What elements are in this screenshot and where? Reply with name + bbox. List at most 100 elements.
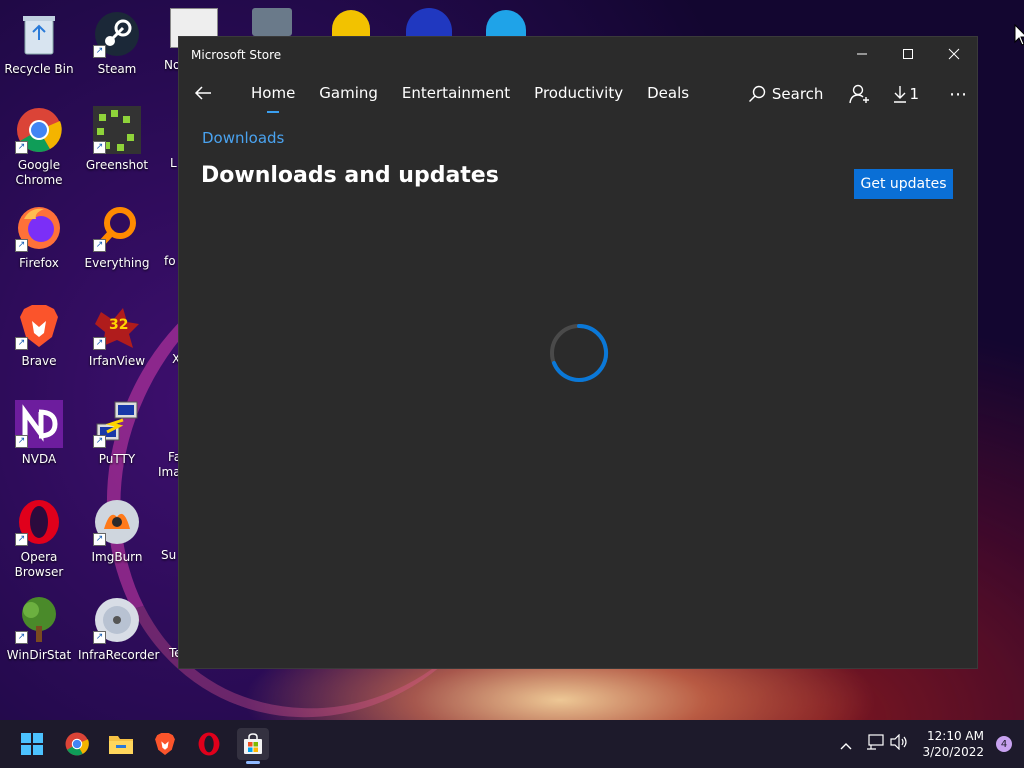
more-icon: ⋯ xyxy=(949,83,967,105)
clock[interactable]: 12:10 AM 3/20/2022 xyxy=(922,728,984,760)
volume-button[interactable] xyxy=(890,733,908,754)
taskbar-chrome[interactable] xyxy=(61,728,93,760)
desktop-icon-label: PuTTY xyxy=(98,452,136,466)
irfanview-icon: 32 ↗ xyxy=(93,302,141,350)
shortcut-arrow-icon: ↗ xyxy=(93,631,106,644)
desktop-icon-putty[interactable]: ↗ PuTTY xyxy=(78,400,156,467)
nav-tabs: Home Gaming Entertainment Productivity D… xyxy=(239,73,701,115)
desktop-icon-windirstat[interactable]: ↗ WinDirStat xyxy=(0,596,78,663)
close-button[interactable] xyxy=(931,37,977,71)
show-hidden-icons-button[interactable] xyxy=(840,735,852,754)
shortcut-arrow-icon: ↗ xyxy=(15,533,28,546)
notification-badge[interactable]: 4 xyxy=(996,736,1012,752)
desktop-icon-nvda[interactable]: ↗ NVDA xyxy=(0,400,78,467)
desktop-icon-infrarecorder[interactable]: ↗ InfraRecorder xyxy=(78,596,159,663)
user-add-icon xyxy=(849,84,870,104)
taskbar-microsoft-store[interactable] xyxy=(237,728,269,764)
tab-gaming[interactable]: Gaming xyxy=(307,73,390,115)
close-icon xyxy=(948,48,960,60)
taskbar: 12:10 AM 3/20/2022 4 xyxy=(0,720,1024,768)
download-icon xyxy=(894,86,907,103)
desktop-icon-label: NVDA xyxy=(21,452,57,466)
desktop-icon-steam[interactable]: ↗ Steam xyxy=(78,10,156,77)
brave-lion-icon: ↗ xyxy=(15,302,63,350)
taskbar-opera[interactable] xyxy=(193,728,225,760)
start-button[interactable] xyxy=(16,728,48,760)
breadcrumb[interactable]: Downloads xyxy=(202,129,284,147)
network-icon xyxy=(867,734,885,750)
taskbar-file-explorer[interactable] xyxy=(105,728,137,760)
account-button[interactable] xyxy=(849,84,877,104)
shortcut-arrow-icon: ↗ xyxy=(93,533,106,546)
brave-lion-icon xyxy=(155,733,175,755)
clock-time: 12:10 AM xyxy=(927,729,984,743)
clock-date: 3/20/2022 xyxy=(922,745,984,759)
maximize-icon xyxy=(903,49,913,59)
back-button[interactable] xyxy=(189,79,217,107)
shortcut-arrow-icon: ↗ xyxy=(93,337,106,350)
chrome-icon xyxy=(65,732,89,756)
desktop-icon-opera[interactable]: ↗ Opera Browser xyxy=(0,498,78,580)
desktop-icon-firefox[interactable]: ↗ Firefox xyxy=(0,204,78,271)
taskbar-brave[interactable] xyxy=(149,728,181,760)
title-bar[interactable]: Microsoft Store xyxy=(179,37,977,73)
shortcut-arrow-icon: ↗ xyxy=(15,337,28,350)
desktop-icon-label: Firefox xyxy=(19,256,59,270)
shortcut-arrow-icon: ↗ xyxy=(93,45,106,58)
irfanview-badge: 32 xyxy=(109,317,129,333)
opera-icon: ↗ xyxy=(15,498,63,546)
network-button[interactable] xyxy=(866,734,885,754)
desktop-icon-label: Greenshot xyxy=(85,158,149,172)
infrarecorder-disc-icon: ↗ xyxy=(93,596,141,644)
desktop-icon-label: ImgBurn xyxy=(91,550,143,564)
folder-icon xyxy=(109,736,133,754)
maximize-button[interactable] xyxy=(885,37,931,71)
back-arrow-icon xyxy=(194,86,211,100)
desktop-icon-everything[interactable]: ↗ Everything xyxy=(78,204,156,271)
search-button[interactable]: Search xyxy=(748,85,824,103)
desktop-icon-label: Opera Browser xyxy=(14,550,64,579)
shortcut-arrow-icon: ↗ xyxy=(15,631,28,644)
greenshot-icon: ↗ xyxy=(93,106,141,154)
putty-icon: ↗ xyxy=(93,400,141,448)
desktop-icon-brave[interactable]: ↗ Brave xyxy=(0,302,78,369)
desktop-icon-label: Brave xyxy=(21,354,57,368)
shortcut-arrow-icon: ↗ xyxy=(15,239,28,252)
shortcut-arrow-icon: ↗ xyxy=(93,435,106,448)
desktop-icon-imgburn[interactable]: ↗ ImgBurn xyxy=(78,498,156,565)
partial-aimp-icon xyxy=(332,10,370,36)
downloads-count: 1 xyxy=(909,85,919,103)
search-icon xyxy=(748,85,766,102)
chrome-icon: ↗ xyxy=(15,106,63,154)
desktop-icon-label: WinDirStat xyxy=(6,648,72,662)
search-label: Search xyxy=(771,85,824,103)
firefox-icon: ↗ xyxy=(15,204,63,252)
microsoft-store-window: Microsoft Store Home Gaming Entertainmen… xyxy=(178,36,978,669)
store-bag-icon xyxy=(244,733,262,754)
downloads-button[interactable]: 1 xyxy=(893,85,919,103)
more-options-button[interactable]: ⋯ xyxy=(949,84,967,105)
nvda-icon: ↗ xyxy=(15,400,63,448)
minimize-button[interactable] xyxy=(839,37,885,71)
tab-home[interactable]: Home xyxy=(239,73,307,115)
desktop-icon-label: Everything xyxy=(84,256,150,270)
partial-skype-icon xyxy=(486,10,526,36)
get-updates-button[interactable]: Get updates xyxy=(854,169,953,199)
store-nav-bar: Home Gaming Entertainment Productivity D… xyxy=(179,73,977,115)
desktop-icon-irfanview[interactable]: 32 ↗ IrfanView xyxy=(78,302,156,369)
desktop-icon-google-chrome[interactable]: ↗ Google Chrome xyxy=(0,106,78,188)
desktop-icon-label: Recycle Bin xyxy=(4,62,74,76)
mouse-cursor-icon xyxy=(1014,24,1024,46)
desktop-icon-label: Google Chrome xyxy=(15,158,63,187)
loading-spinner-icon xyxy=(550,323,609,382)
tab-productivity[interactable]: Productivity xyxy=(522,73,635,115)
magnifier-icon: ↗ xyxy=(93,204,141,252)
shortcut-arrow-icon: ↗ xyxy=(93,141,106,154)
desktop-icon-recycle-bin[interactable]: Recycle Bin xyxy=(0,10,78,77)
desktop-icon-greenshot[interactable]: ↗ Greenshot xyxy=(78,106,156,173)
tab-deals[interactable]: Deals xyxy=(635,73,701,115)
windirstat-tree-icon: ↗ xyxy=(15,596,63,644)
partial-app-icon xyxy=(252,8,292,36)
page-title: Downloads and updates xyxy=(201,163,499,188)
tab-entertainment[interactable]: Entertainment xyxy=(390,73,522,115)
